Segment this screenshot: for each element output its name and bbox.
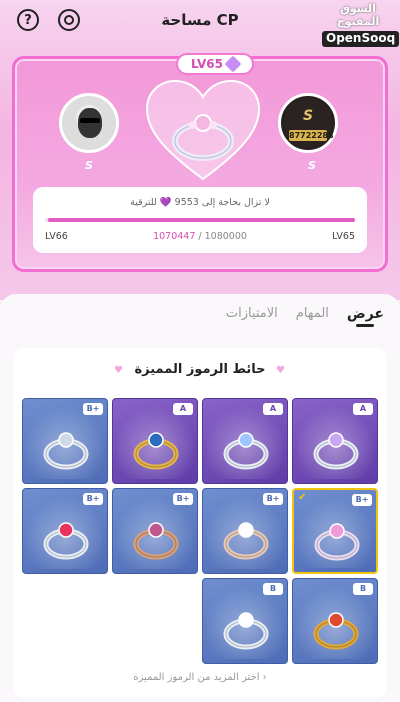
heart-ring-icon bbox=[145, 79, 261, 181]
badge-tile[interactable]: B bbox=[292, 578, 378, 664]
avatar-face bbox=[78, 108, 102, 138]
rarity-badge: A bbox=[263, 403, 283, 415]
avatar-number: 87722288 bbox=[289, 130, 334, 141]
left-partner-name: S bbox=[85, 159, 93, 172]
header: ? مساحة CP السوق المفتوح OpenSooq bbox=[0, 0, 400, 48]
badge-tile[interactable]: B+ bbox=[112, 488, 198, 574]
ring-icon bbox=[313, 612, 359, 650]
right-avatar[interactable]: S 87722288 bbox=[278, 93, 338, 153]
tab-bar: عرض المهام الامتيازات bbox=[226, 306, 384, 322]
tab-display[interactable]: عرض bbox=[347, 306, 384, 322]
badge-tile[interactable]: B bbox=[202, 578, 288, 664]
progress-bar-fill bbox=[47, 218, 355, 222]
watermark-arabic: السوق المفتوح bbox=[336, 2, 380, 28]
ring-icon bbox=[223, 612, 269, 650]
badge-tile[interactable]: B+ bbox=[22, 398, 108, 484]
badge-tile[interactable]: B+ bbox=[22, 488, 108, 574]
ring-icon bbox=[313, 432, 359, 470]
cp-card: LV65 S S 87722288 S لا تزال بحاجة إلى 95… bbox=[12, 53, 388, 272]
level-label: LV65 bbox=[191, 57, 223, 71]
ring-icon bbox=[43, 522, 89, 560]
level-pill: LV65 bbox=[176, 53, 254, 75]
badge-tile[interactable]: A bbox=[112, 398, 198, 484]
choose-more-link[interactable]: اختر المزيد من الرموز المميزة › bbox=[14, 672, 386, 683]
avatar-logo: S bbox=[302, 108, 314, 124]
badge-tile[interactable]: A bbox=[292, 398, 378, 484]
rarity-badge: B+ bbox=[173, 493, 193, 505]
ring-icon bbox=[43, 432, 89, 470]
ring-icon bbox=[133, 522, 179, 560]
tab-privileges[interactable]: الامتيازات bbox=[226, 306, 278, 322]
watermark-english: OpenSooq bbox=[322, 31, 400, 48]
selected-check-icon: ✔ bbox=[298, 492, 307, 503]
progress-message: لا تزال بحاجة إلى 9553 💜 للترقية bbox=[130, 197, 270, 208]
level-progress-box: لا تزال بحاجة إلى 9553 💜 للترقية LV66 10… bbox=[33, 187, 367, 253]
gem-icon bbox=[224, 55, 242, 73]
rarity-badge: A bbox=[173, 403, 193, 415]
ring-icon bbox=[223, 522, 269, 560]
xp-counter: 1070447 / 1080000 bbox=[33, 231, 367, 242]
badge-tile[interactable]: B+ bbox=[202, 488, 288, 574]
progress-bar bbox=[45, 218, 355, 222]
ring-icon bbox=[133, 432, 179, 470]
rarity-badge: A bbox=[353, 403, 373, 415]
left-avatar[interactable] bbox=[59, 93, 119, 153]
ring-icon bbox=[223, 432, 269, 470]
current-level-label: LV65 bbox=[332, 231, 355, 242]
badge-tile[interactable]: A bbox=[202, 398, 288, 484]
rarity-badge: B+ bbox=[83, 493, 103, 505]
xp-current: 1070447 bbox=[153, 231, 196, 242]
watermark: السوق المفتوح OpenSooq bbox=[322, 2, 400, 48]
rarity-badge: B+ bbox=[263, 493, 283, 505]
rarity-badge: B+ bbox=[352, 494, 372, 506]
right-partner-name: S bbox=[308, 159, 316, 172]
xp-total: 1080000 bbox=[204, 231, 247, 242]
rarity-badge: B bbox=[263, 583, 283, 595]
badge-wall-title: حائط الرموز المميزة bbox=[134, 362, 266, 377]
ring-icon bbox=[314, 523, 360, 561]
badge-wall-panel: ♥ حائط الرموز المميزة ♥ A A A B+ B+ ✔ B+ B+ B+ B B… bbox=[14, 348, 386, 698]
bottom-sheet: عرض المهام الامتيازات ♥ حائط الرموز المم… bbox=[0, 294, 400, 702]
xp-separator: / bbox=[195, 231, 205, 242]
rarity-badge: B+ bbox=[83, 403, 103, 415]
sunglasses-icon bbox=[80, 118, 100, 123]
tab-tasks[interactable]: المهام bbox=[296, 306, 329, 322]
badge-tile[interactable]: B+ ✔ bbox=[292, 488, 378, 574]
heart-decoration-icon: ♥ bbox=[276, 365, 285, 376]
rarity-badge: B bbox=[353, 583, 373, 595]
